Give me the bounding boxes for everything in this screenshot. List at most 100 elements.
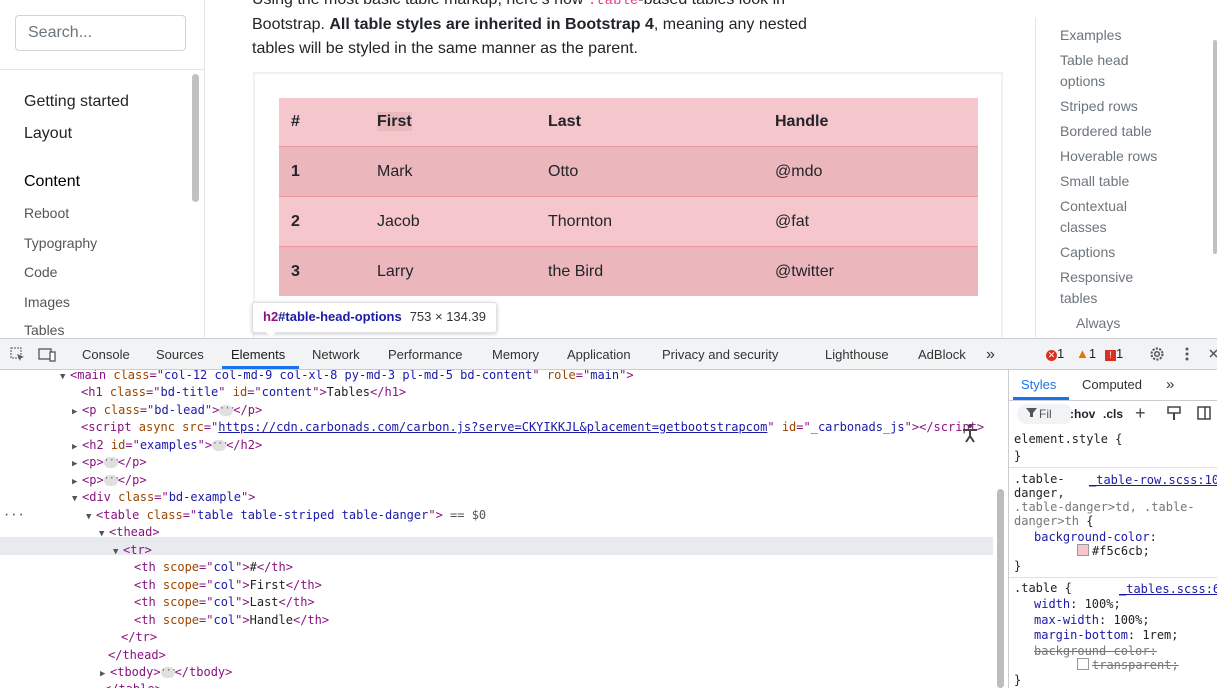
sidebar-item-reboot[interactable]: Reboot: [24, 205, 69, 221]
dom-node-tbody[interactable]: ▶ <tbody>···</tbody>: [100, 664, 232, 681]
devtools-tabbar: Console Sources Elements Network Perform…: [0, 339, 1217, 370]
dom-node-menu-dots-icon[interactable]: ···: [3, 507, 25, 524]
css-property[interactable]: margin-bottom: 1rem;: [1034, 628, 1179, 642]
toc-item-table-head[interactable]: Table head: [1060, 50, 1129, 71]
toc-item-hoverable-rows[interactable]: Hoverable rows: [1060, 146, 1157, 167]
tab-memory[interactable]: Memory: [492, 339, 539, 369]
dom-node-main[interactable]: ▼ <main class="col-12 col-md-9 col-xl-8 p…: [60, 370, 634, 384]
tab-console[interactable]: Console: [82, 339, 130, 369]
toc-item-contextual[interactable]: Contextual: [1060, 196, 1127, 217]
dom-node-div-example[interactable]: ▼ <div class="bd-example">: [72, 489, 255, 506]
toc-item-always[interactable]: Always: [1076, 313, 1120, 334]
color-swatch[interactable]: [1077, 658, 1089, 670]
add-rule-icon[interactable]: +: [1135, 404, 1146, 422]
css-property[interactable]: background-color:: [1034, 530, 1157, 544]
error-count-value: 1: [1057, 346, 1065, 361]
element-style-rule[interactable]: element.style {: [1014, 432, 1122, 446]
dom-node-script[interactable]: <script async src="https://cdn.carbonads…: [81, 419, 984, 436]
toc-item-responsive[interactable]: Responsive: [1060, 267, 1133, 288]
warning-count[interactable]: ▲1: [1076, 346, 1106, 362]
tab-elements[interactable]: Elements: [231, 339, 285, 369]
rule-selector[interactable]: .table-: [1014, 472, 1065, 486]
tab-styles[interactable]: Styles: [1021, 370, 1056, 400]
table-header: First: [365, 98, 536, 147]
dom-node-p[interactable]: ▶ <p>···</p>: [72, 472, 147, 489]
css-property[interactable]: width: 100%;: [1034, 597, 1121, 611]
more-options-icon[interactable]: [1184, 346, 1190, 362]
more-tabs-chevron-icon[interactable]: »: [1166, 370, 1174, 400]
dom-node-thead-close[interactable]: </thead>: [108, 647, 166, 664]
toc-item-small-table[interactable]: Small table: [1060, 171, 1129, 192]
dom-node-table-selected[interactable]: ▼ <table class="table table-striped table…: [86, 507, 486, 524]
more-tabs-chevron-icon[interactable]: »: [986, 339, 995, 369]
toc-item-bordered-table[interactable]: Bordered table: [1060, 121, 1152, 142]
error-count[interactable]: ✕ 1: [1046, 346, 1076, 362]
rule-source-link[interactable]: _table-row.scss:10: [1089, 473, 1217, 487]
rule-source-link[interactable]: _tables.scss:6: [1119, 582, 1217, 596]
tooltip-arrow: [264, 330, 278, 337]
css-property-overridden[interactable]: background-color:: [1034, 644, 1157, 658]
dom-node-h1[interactable]: <h1 class="bd-title" id="content">Tables…: [81, 384, 406, 401]
dom-node-thead[interactable]: ▼ <thead>: [99, 524, 160, 541]
dom-node-tr[interactable]: ▼ <tr>: [113, 542, 152, 559]
css-value[interactable]: #f5c6cb;: [1077, 544, 1150, 558]
hover-state-toggle[interactable]: :hov: [1070, 407, 1095, 421]
toc-item-examples[interactable]: Examples: [1060, 25, 1121, 46]
tab-application[interactable]: Application: [567, 339, 631, 369]
dom-node-th[interactable]: <th scope="col">Last</th>: [134, 594, 315, 611]
issues-count[interactable]: ! 1: [1105, 346, 1135, 362]
rule-selector[interactable]: .table-danger>td, .table-: [1014, 500, 1195, 514]
toc-item-table-head[interactable]: options: [1060, 71, 1105, 92]
css-property[interactable]: max-width: 100%;: [1034, 613, 1150, 627]
tooltip-tag: h2: [263, 309, 279, 324]
settings-gear-icon[interactable]: [1149, 346, 1165, 362]
sidebar-item-content[interactable]: Content: [24, 173, 80, 191]
dom-node-th[interactable]: <th scope="col">First</th>: [134, 577, 322, 594]
page-viewport: Search... Getting started Layout Content…: [0, 0, 1217, 338]
dom-scrollbar[interactable]: [997, 489, 1004, 688]
dom-node-tr-close[interactable]: </tr>: [121, 629, 157, 646]
toc-item-captions[interactable]: Captions: [1060, 242, 1115, 263]
device-toolbar-icon[interactable]: [38, 347, 56, 362]
dom-node-th[interactable]: <th scope="col">Handle</th>: [134, 612, 329, 629]
sidebar-item-tables[interactable]: Tables: [24, 322, 64, 338]
dom-node-th[interactable]: <th scope="col">#</th>: [134, 559, 293, 576]
dom-node-h2[interactable]: ▶ <h2 id="examples">···</h2>: [72, 437, 262, 454]
tab-sources[interactable]: Sources: [156, 339, 204, 369]
rule-selector[interactable]: danger,: [1014, 486, 1065, 500]
rule-selector[interactable]: .table {: [1014, 581, 1072, 595]
accessibility-icon[interactable]: [957, 420, 983, 446]
toc-item-striped-rows[interactable]: Striped rows: [1060, 96, 1138, 117]
tab-network[interactable]: Network: [312, 339, 360, 369]
sidebar-item-images[interactable]: Images: [24, 294, 70, 310]
tab-adblock[interactable]: AdBlock: [918, 339, 966, 369]
sidebar-item-code[interactable]: Code: [24, 264, 57, 280]
css-value-overridden[interactable]: transparent;: [1077, 658, 1179, 672]
toc-item-contextual[interactable]: classes: [1060, 217, 1107, 238]
class-toggle[interactable]: .cls: [1103, 407, 1123, 421]
sidebar-scrollbar[interactable]: [192, 74, 199, 202]
page-scrollbar[interactable]: [1213, 40, 1217, 254]
search-input[interactable]: Search...: [15, 15, 186, 51]
tab-privacy-security[interactable]: Privacy and security: [662, 339, 778, 369]
tab-lighthouse[interactable]: Lighthouse: [825, 339, 889, 369]
rule-selector[interactable]: danger>th {: [1014, 514, 1093, 528]
sidebar-toggle-icon[interactable]: [1197, 406, 1211, 423]
dom-node-p[interactable]: ▶ <p>···</p>: [72, 454, 147, 471]
table-cell: 1: [279, 146, 365, 197]
intro-text: -based tables look in: [638, 0, 785, 8]
sidebar-item-layout[interactable]: Layout: [24, 125, 72, 143]
rule-close: }: [1014, 449, 1022, 463]
tab-computed[interactable]: Computed: [1082, 370, 1142, 400]
color-swatch[interactable]: [1077, 544, 1089, 556]
tab-performance[interactable]: Performance: [388, 339, 462, 369]
toc-item-responsive[interactable]: tables: [1060, 288, 1097, 309]
sidebar-item-getting-started[interactable]: Getting started: [24, 93, 129, 111]
close-icon[interactable]: [1209, 347, 1217, 361]
filter-icon: [1026, 407, 1037, 421]
sidebar-item-typography[interactable]: Typography: [24, 235, 97, 251]
styles-pane: Styles Computed » Fil :hov .cls + elemen…: [1008, 370, 1217, 688]
paint-brush-icon[interactable]: [1167, 406, 1181, 424]
inspect-element-icon[interactable]: [10, 347, 24, 361]
dom-node-p-lead[interactable]: ▶ <p class="bd-lead">···</p>: [72, 402, 262, 419]
